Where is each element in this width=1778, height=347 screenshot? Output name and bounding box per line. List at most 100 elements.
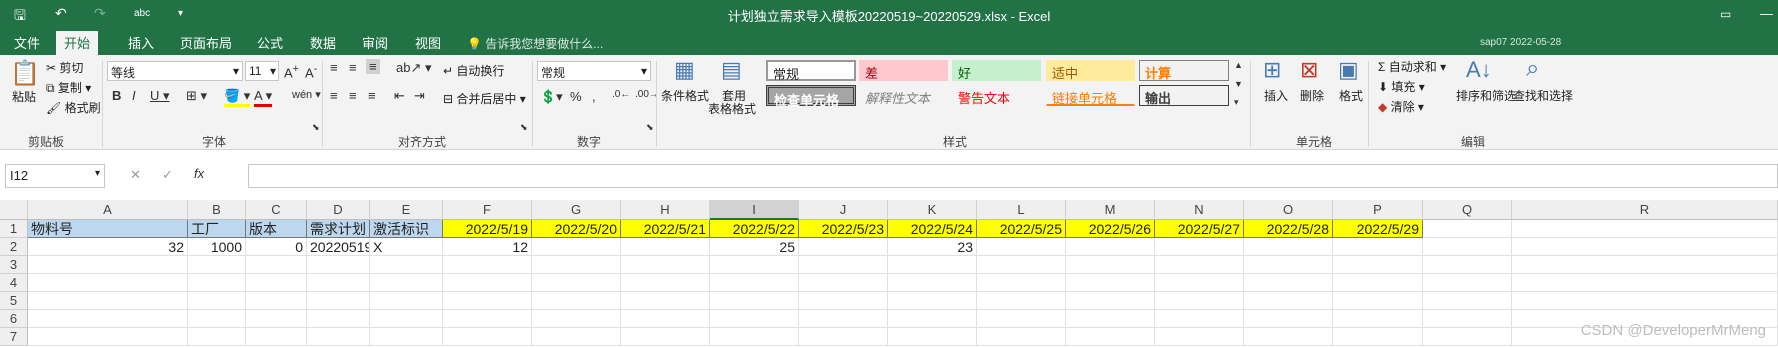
cell-D4[interactable]: [307, 274, 370, 292]
column-header-F[interactable]: F: [443, 200, 532, 220]
cell-N5[interactable]: [1155, 292, 1244, 310]
cell-L2[interactable]: [977, 238, 1066, 256]
styles-scroll-down-icon[interactable]: ▼: [1234, 79, 1243, 89]
cell-D2[interactable]: 20220519: [307, 238, 370, 256]
cell-Q3[interactable]: [1423, 256, 1512, 274]
tab-insert[interactable]: 插入: [128, 33, 154, 52]
cell-I7[interactable]: [710, 328, 799, 346]
row-header-5[interactable]: 5: [0, 292, 28, 310]
wrap-text-button[interactable]: ↵ 自动换行: [443, 62, 504, 79]
cell-G5[interactable]: [532, 292, 621, 310]
cell-N4[interactable]: [1155, 274, 1244, 292]
confirm-icon[interactable]: ✓: [162, 167, 173, 183]
cell-E6[interactable]: [370, 310, 443, 328]
paste-button[interactable]: 粘贴: [12, 88, 36, 105]
cell-L6[interactable]: [977, 310, 1066, 328]
tell-me-box[interactable]: 💡 告诉我您想要做什么...: [467, 35, 603, 52]
cell-B2[interactable]: 1000: [188, 238, 246, 256]
cell-J1[interactable]: 2022/5/23: [799, 220, 888, 238]
borders-icon[interactable]: ⊞ ▾: [186, 88, 207, 104]
style-linked-cell[interactable]: 链接单元格: [1046, 85, 1135, 106]
cell-E3[interactable]: [370, 256, 443, 274]
cell-E5[interactable]: [370, 292, 443, 310]
cell-C5[interactable]: [246, 292, 307, 310]
tab-review[interactable]: 审阅: [362, 33, 388, 52]
cell-Q5[interactable]: [1423, 292, 1512, 310]
cell-K5[interactable]: [888, 292, 977, 310]
shrink-font-icon[interactable]: A-: [305, 63, 317, 80]
column-header-A[interactable]: A: [28, 200, 188, 220]
cell-O2[interactable]: [1244, 238, 1333, 256]
cell-D3[interactable]: [307, 256, 370, 274]
font-size-select[interactable]: 11 ▾: [245, 61, 279, 81]
cell-P3[interactable]: [1333, 256, 1423, 274]
style-good[interactable]: 好: [952, 60, 1041, 81]
insert-cells-button[interactable]: 插入: [1264, 87, 1288, 104]
cell-A1[interactable]: 物料号: [28, 220, 188, 238]
cell-Q7[interactable]: [1423, 328, 1512, 346]
cell-J2[interactable]: [799, 238, 888, 256]
find-select-button[interactable]: 查找和选择: [1513, 87, 1573, 104]
style-neutral[interactable]: 适中: [1046, 60, 1135, 81]
column-header-P[interactable]: P: [1333, 200, 1423, 220]
cell-F1[interactable]: 2022/5/19: [443, 220, 532, 238]
cell-C4[interactable]: [246, 274, 307, 292]
tab-formulas[interactable]: 公式: [257, 33, 283, 52]
cell-M5[interactable]: [1066, 292, 1155, 310]
cell-G3[interactable]: [532, 256, 621, 274]
style-explanatory[interactable]: 解释性文本: [859, 85, 948, 106]
cell-J5[interactable]: [799, 292, 888, 310]
underline-icon[interactable]: U ▾: [150, 88, 170, 104]
cell-C3[interactable]: [246, 256, 307, 274]
cell-H4[interactable]: [621, 274, 710, 292]
column-header-L[interactable]: L: [977, 200, 1066, 220]
cell-A3[interactable]: [28, 256, 188, 274]
cell-N1[interactable]: 2022/5/27: [1155, 220, 1244, 238]
cell-G6[interactable]: [532, 310, 621, 328]
cell-M3[interactable]: [1066, 256, 1155, 274]
cell-R5[interactable]: [1512, 292, 1778, 310]
align-right-icon[interactable]: ≡: [368, 88, 376, 103]
format-painter-button[interactable]: 🖌 格式刷: [46, 99, 101, 116]
decrease-indent-icon[interactable]: ⇤: [394, 88, 405, 104]
cell-C7[interactable]: [246, 328, 307, 346]
column-header-E[interactable]: E: [370, 200, 443, 220]
cell-H6[interactable]: [621, 310, 710, 328]
align-top-icon[interactable]: ≡: [330, 60, 338, 75]
cell-K7[interactable]: [888, 328, 977, 346]
cell-I2[interactable]: 25: [710, 238, 799, 256]
style-output[interactable]: 输出: [1139, 85, 1229, 106]
cell-H3[interactable]: [621, 256, 710, 274]
align-left-icon[interactable]: ≡: [330, 88, 338, 103]
cell-B6[interactable]: [188, 310, 246, 328]
search-icon[interactable]: ⌕: [1526, 55, 1539, 83]
cell-L4[interactable]: [977, 274, 1066, 292]
format-cells-button[interactable]: 格式: [1339, 87, 1363, 104]
row-header-3[interactable]: 3: [0, 256, 28, 274]
styles-scroll-up-icon[interactable]: ▲: [1234, 60, 1243, 70]
cell-C2[interactable]: 0: [246, 238, 307, 256]
cell-R1[interactable]: [1512, 220, 1778, 238]
align-middle-icon[interactable]: ≡: [349, 60, 357, 75]
dialog-launcher-icon[interactable]: ⬊: [520, 122, 528, 133]
style-warning[interactable]: 警告文本: [952, 85, 1041, 106]
merge-center-button[interactable]: ⊟ 合并后居中 ▾: [443, 90, 526, 107]
copy-button[interactable]: ⧉ 复制 ▾: [46, 79, 91, 96]
column-header-M[interactable]: M: [1066, 200, 1155, 220]
format-cells-icon[interactable]: ▣: [1338, 57, 1359, 83]
cell-O1[interactable]: 2022/5/28: [1244, 220, 1333, 238]
cell-G1[interactable]: 2022/5/20: [532, 220, 621, 238]
style-calculation[interactable]: 计算: [1139, 60, 1229, 81]
font-name-select[interactable]: 等线 ▾: [107, 61, 243, 81]
number-format-select[interactable]: 常规 ▾: [537, 61, 651, 81]
dialog-launcher-icon[interactable]: ⬊: [312, 122, 320, 133]
grow-font-icon[interactable]: A+: [284, 63, 299, 80]
select-all-corner[interactable]: [0, 200, 28, 220]
cell-L1[interactable]: 2022/5/25: [977, 220, 1066, 238]
cell-N6[interactable]: [1155, 310, 1244, 328]
cell-K2[interactable]: 23: [888, 238, 977, 256]
cell-R4[interactable]: [1512, 274, 1778, 292]
cell-R2[interactable]: [1512, 238, 1778, 256]
phonetic-icon[interactable]: wén ▾: [292, 88, 321, 101]
cell-L7[interactable]: [977, 328, 1066, 346]
